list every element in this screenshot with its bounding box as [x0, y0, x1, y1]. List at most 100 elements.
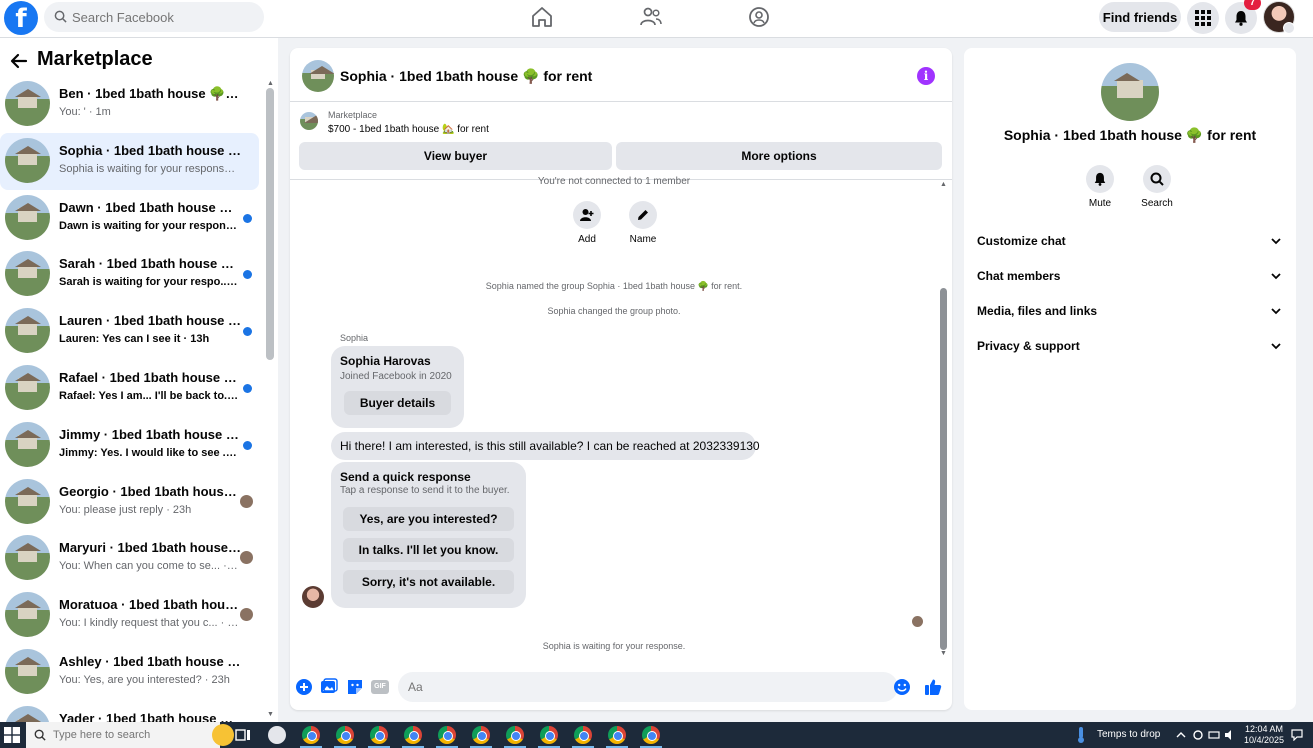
listing-summary[interactable]: Marketplace $700 - 1bed 1bath house 🏡 fo… — [300, 110, 940, 138]
waiting-notice: Sophia is waiting for your response. — [542, 641, 686, 651]
chrome-window-icon[interactable] — [608, 726, 626, 744]
clock-date: 10/4/2025 — [1244, 735, 1285, 745]
conversation-avatar — [5, 137, 50, 183]
chat-info-avatar[interactable] — [1101, 63, 1159, 121]
chat-scroll-up-icon[interactable]: ▲ — [940, 181, 947, 188]
chat-scroll-down-icon[interactable]: ▼ — [940, 650, 947, 657]
photo-icon[interactable] — [320, 678, 338, 696]
find-friends-button[interactable]: Find friends — [1099, 2, 1181, 32]
conversation-name: Sarah · 1bed 1bath house 🌳 fo... — [59, 256, 242, 272]
conversation-name: Georgio · 1bed 1bath house ... — [59, 483, 242, 499]
chat-scrollbar[interactable] — [940, 288, 947, 650]
thumbs-up-icon[interactable] — [924, 678, 942, 696]
conversation-item[interactable]: Moratuoa · 1bed 1bath house ... You: I ki… — [0, 587, 259, 644]
unread-dot — [243, 327, 252, 337]
name-group-action[interactable]: Name — [618, 201, 668, 245]
facebook-logo[interactable]: f — [4, 1, 38, 35]
mute-action[interactable]: Mute — [1075, 165, 1125, 209]
media-files-links-section[interactable]: Media, files and links — [976, 296, 1284, 326]
buyer-details-button[interactable]: Buyer details — [344, 391, 451, 415]
bell-icon — [1235, 11, 1247, 26]
conversation-item[interactable]: Dawn · 1bed 1bath house 🌳 f... Dawn is wa… — [0, 190, 259, 247]
volume-icon[interactable] — [1224, 729, 1236, 741]
chevron-down-icon — [1271, 238, 1281, 245]
scroll-down-arrow-icon[interactable]: ▼ — [267, 711, 274, 718]
customize-chat-section[interactable]: Customize chat — [976, 226, 1284, 256]
privacy-support-section[interactable]: Privacy & support — [976, 331, 1284, 361]
home-icon[interactable] — [529, 4, 555, 30]
chat-avatar[interactable] — [302, 60, 334, 92]
windows-start-icon[interactable] — [4, 727, 20, 743]
notification-center-icon[interactable] — [1291, 729, 1303, 741]
taskbar-search-input[interactable] — [53, 726, 193, 744]
unread-dot — [243, 440, 252, 450]
chrome-window-icon[interactable] — [506, 726, 524, 744]
emoji-icon[interactable] — [893, 678, 911, 696]
more-options-button[interactable]: More options — [616, 142, 942, 170]
chrome-window-icon[interactable] — [404, 726, 422, 744]
conversation-item[interactable]: Ashley · 1bed 1bath house 🌳 for... You: Y… — [0, 644, 259, 701]
conversation-preview: Dawn is waiting for your respon... · 8h — [59, 219, 239, 232]
network-icon[interactable] — [1208, 729, 1220, 741]
conversation-item[interactable]: Jimmy · 1bed 1bath house 🌳 f... Jimmy: Ye… — [0, 417, 259, 474]
conversation-item[interactable]: Rafael · 1bed 1bath house 🌳 f... Rafael: … — [0, 360, 259, 417]
conversation-avatar — [5, 81, 50, 126]
conversation-item[interactable]: Sarah · 1bed 1bath house 🌳 fo... Sarah is… — [0, 246, 259, 303]
conversation-avatar — [5, 535, 50, 581]
chrome-window-icon[interactable] — [438, 726, 456, 744]
message-input[interactable] — [398, 672, 898, 702]
chat-header: Sophia · 1bed 1bath house 🌳 for rent i — [290, 48, 952, 102]
quick-response-title: Send a quick response — [340, 470, 471, 484]
taskbar-app-icon[interactable] — [268, 726, 286, 744]
conversation-item[interactable]: Ben · 1bed 1bath house 🌳 for re... You: '… — [0, 76, 259, 133]
search-icon — [34, 729, 46, 741]
conversation-item[interactable]: Georgio · 1bed 1bath house ... You: pleas… — [0, 474, 259, 531]
gif-icon[interactable]: GIF — [371, 680, 389, 694]
quick-response-yes[interactable]: Yes, are you interested? — [343, 507, 514, 531]
facebook-search-box[interactable] — [44, 2, 264, 32]
grid-menu-icon — [1195, 10, 1211, 26]
info-icon[interactable]: i — [917, 67, 935, 85]
marketplace-conversations-panel: Marketplace Ben · 1bed 1bath house 🌳 for… — [0, 38, 278, 722]
taskbar-search-box[interactable] — [26, 722, 234, 748]
chrome-window-icon[interactable] — [472, 726, 490, 744]
plus-circle-icon[interactable] — [295, 678, 313, 696]
name-label: Name — [629, 234, 657, 245]
taskbar-clock[interactable]: 12:04 AM 10/4/2025 — [1244, 724, 1284, 746]
chat-title[interactable]: Sophia · 1bed 1bath house 🌳 for rent — [340, 68, 592, 85]
groups-icon[interactable] — [746, 4, 772, 30]
conversation-item[interactable]: Yader · 1bed 1bath house 🌳 f... — [0, 701, 259, 722]
search-in-chat-action[interactable]: Search — [1132, 165, 1182, 209]
chevron-down-icon — [1271, 343, 1281, 350]
conversation-item[interactable]: Maryuri · 1bed 1bath house ... You: When … — [0, 530, 259, 587]
section-label: Customize chat — [977, 234, 1066, 248]
chrome-window-icon[interactable] — [370, 726, 388, 744]
top-navigation-bar: f Find friends 7 — [0, 0, 1313, 38]
chrome-window-icon[interactable] — [642, 726, 660, 744]
chat-members-section[interactable]: Chat members — [976, 261, 1284, 291]
weather-text[interactable]: Temps to drop — [1097, 729, 1160, 740]
view-buyer-button[interactable]: View buyer — [299, 142, 612, 170]
location-icon[interactable] — [1192, 729, 1204, 741]
account-chevron-icon[interactable] — [1283, 22, 1295, 34]
chevron-up-icon[interactable] — [1175, 729, 1187, 741]
scroll-up-arrow-icon[interactable]: ▲ — [267, 80, 274, 87]
conversation-item[interactable]: Lauren · 1bed 1bath house 🌳 f... Lauren: … — [0, 303, 259, 360]
sticker-icon[interactable] — [346, 678, 364, 696]
chrome-window-icon[interactable] — [336, 726, 354, 744]
back-arrow-icon[interactable] — [10, 52, 28, 70]
task-view-icon[interactable] — [234, 726, 252, 744]
quick-response-not-available[interactable]: Sorry, it's not available. — [343, 570, 514, 594]
conversation-item[interactable]: Sophia · 1bed 1bath house 🌳 fo... Sophia … — [0, 132, 259, 190]
chrome-window-icon[interactable] — [540, 726, 558, 744]
quick-response-in-talks[interactable]: In talks. I'll let you know. — [343, 538, 514, 562]
chrome-window-icon[interactable] — [302, 726, 320, 744]
add-member-action[interactable]: Add — [562, 201, 612, 245]
conversation-list-scrollbar[interactable] — [266, 88, 274, 360]
menu-button[interactable] — [1187, 2, 1219, 34]
search-input[interactable] — [72, 6, 252, 28]
system-message-photo: Sophia changed the group photo. — [547, 306, 681, 316]
chrome-window-icon[interactable] — [574, 726, 592, 744]
friends-icon[interactable] — [638, 4, 664, 30]
sender-avatar[interactable] — [302, 586, 324, 608]
